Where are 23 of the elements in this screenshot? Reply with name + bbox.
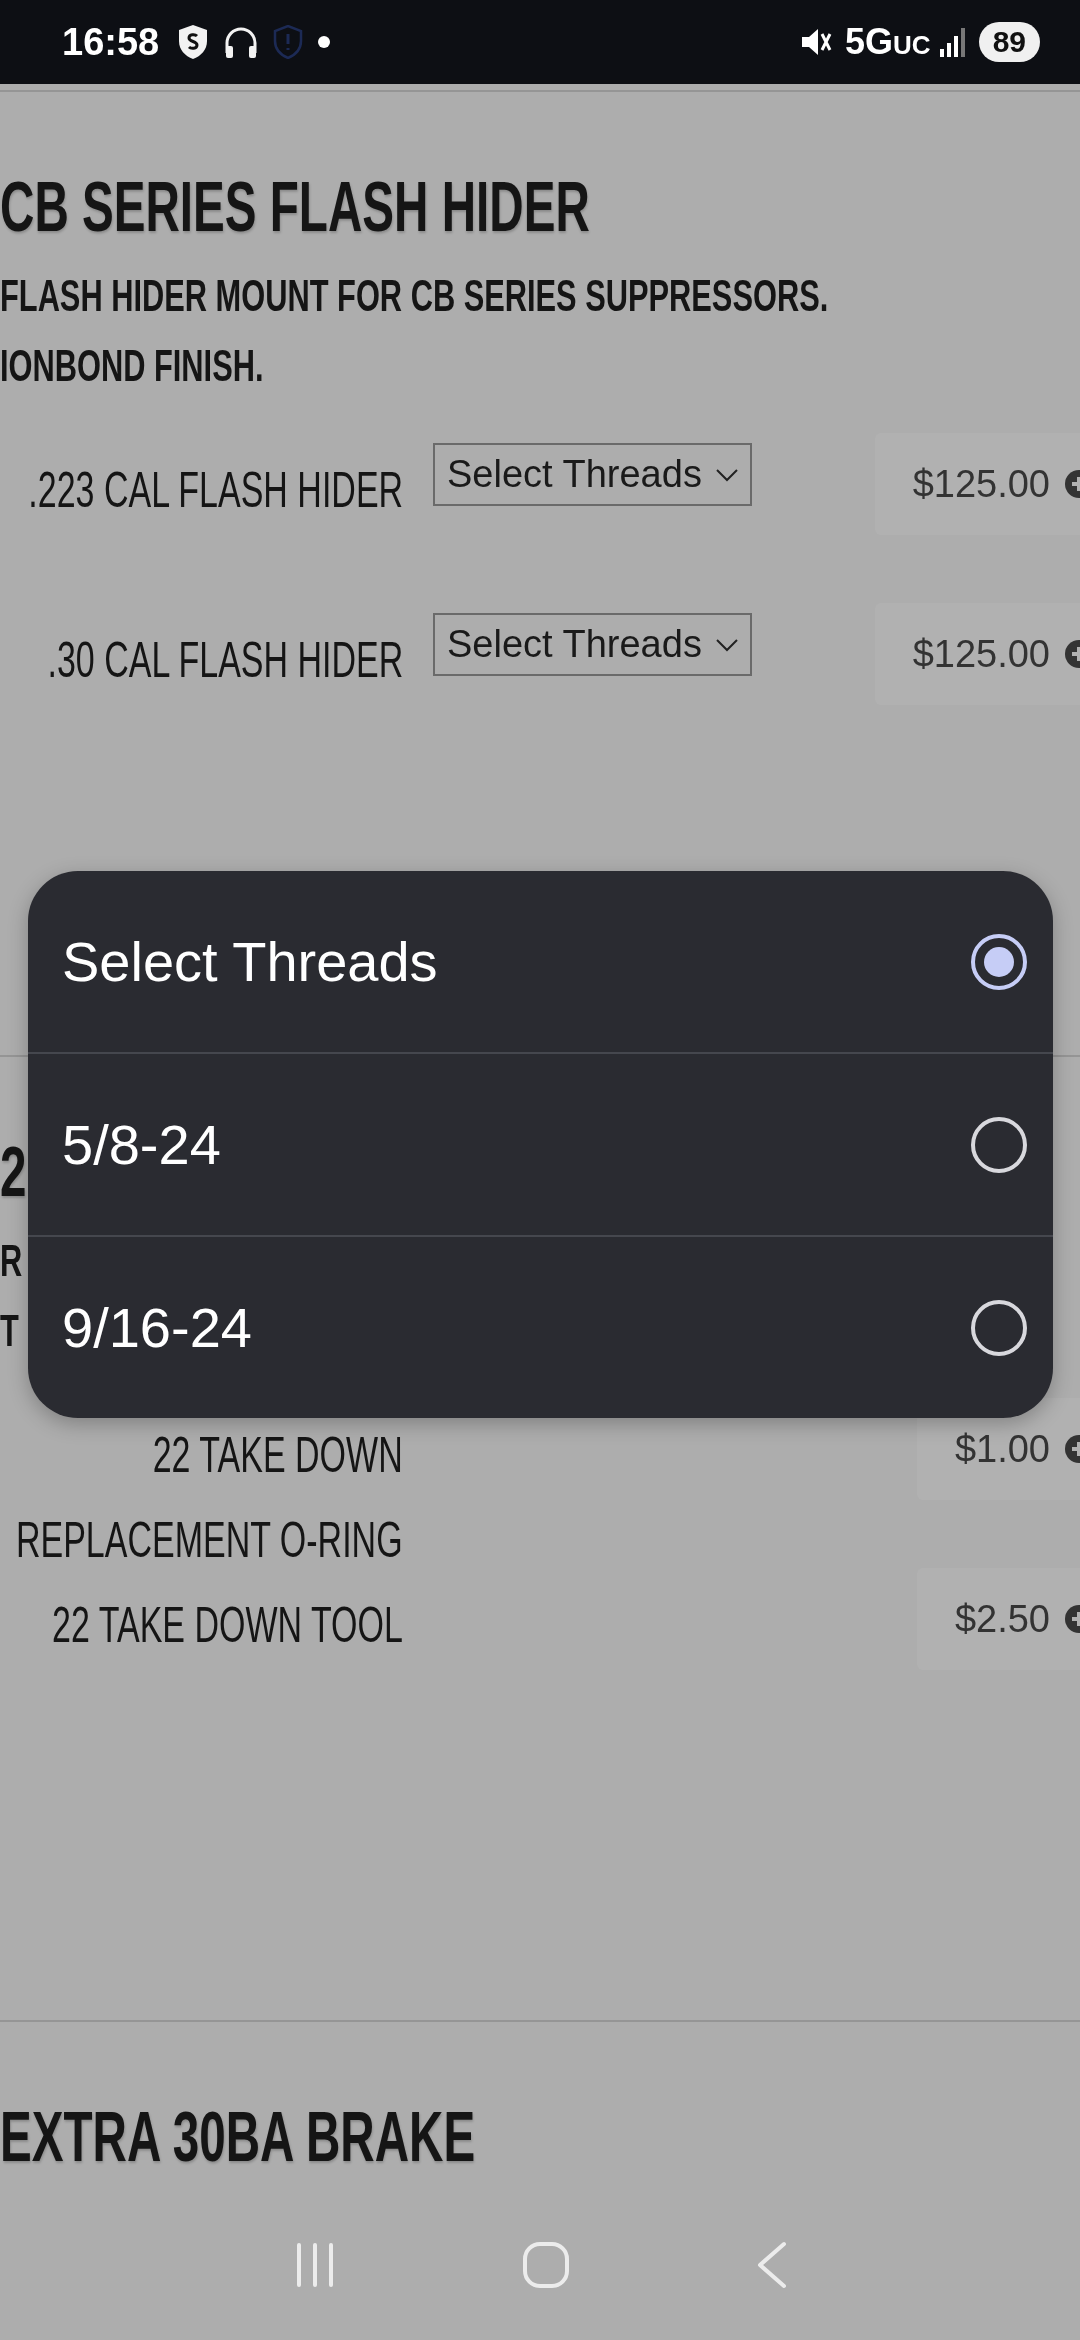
product-name: 22 TAKE DOWN TOOL [52,1596,403,1655]
add-to-cart-button[interactable]: $125.00 [874,433,1080,535]
description-text: T [0,1305,19,1357]
section-title: CB SERIES FLASH HIDER [0,167,590,247]
thread-select[interactable]: Select Threads [433,443,752,506]
product-name: .30 CAL FLASH HIDER [47,631,403,690]
description-text: FLASH HIDER MOUNT FOR CB SERIES SUPPRESSORS. [0,270,829,322]
section-title: 2 [0,1132,27,1212]
product-name: REPLACEMENT O-RING [16,1511,403,1570]
option-item[interactable]: Select Threads [28,871,1053,1052]
add-to-cart-button[interactable]: $2.50 [916,1568,1080,1670]
option-item[interactable]: 5/8-24 [28,1052,1053,1235]
product-name: 22 TAKE DOWN [152,1426,403,1485]
option-item[interactable]: 9/16-24 [28,1235,1053,1418]
section-title: EXTRA 30BA BRAKE [0,2097,476,2177]
description-text: R [0,1235,23,1287]
network-type: 5GUC [845,21,931,63]
thread-select[interactable]: Select Threads [433,613,752,676]
battery-level: 89 [978,22,1040,62]
description-text: IONBOND FINISH. [0,340,264,392]
status-time: 16:58 [62,20,160,64]
product-name: .223 CAL FLASH HIDER [28,461,403,520]
add-to-cart-button[interactable]: $125.00 [874,603,1080,705]
